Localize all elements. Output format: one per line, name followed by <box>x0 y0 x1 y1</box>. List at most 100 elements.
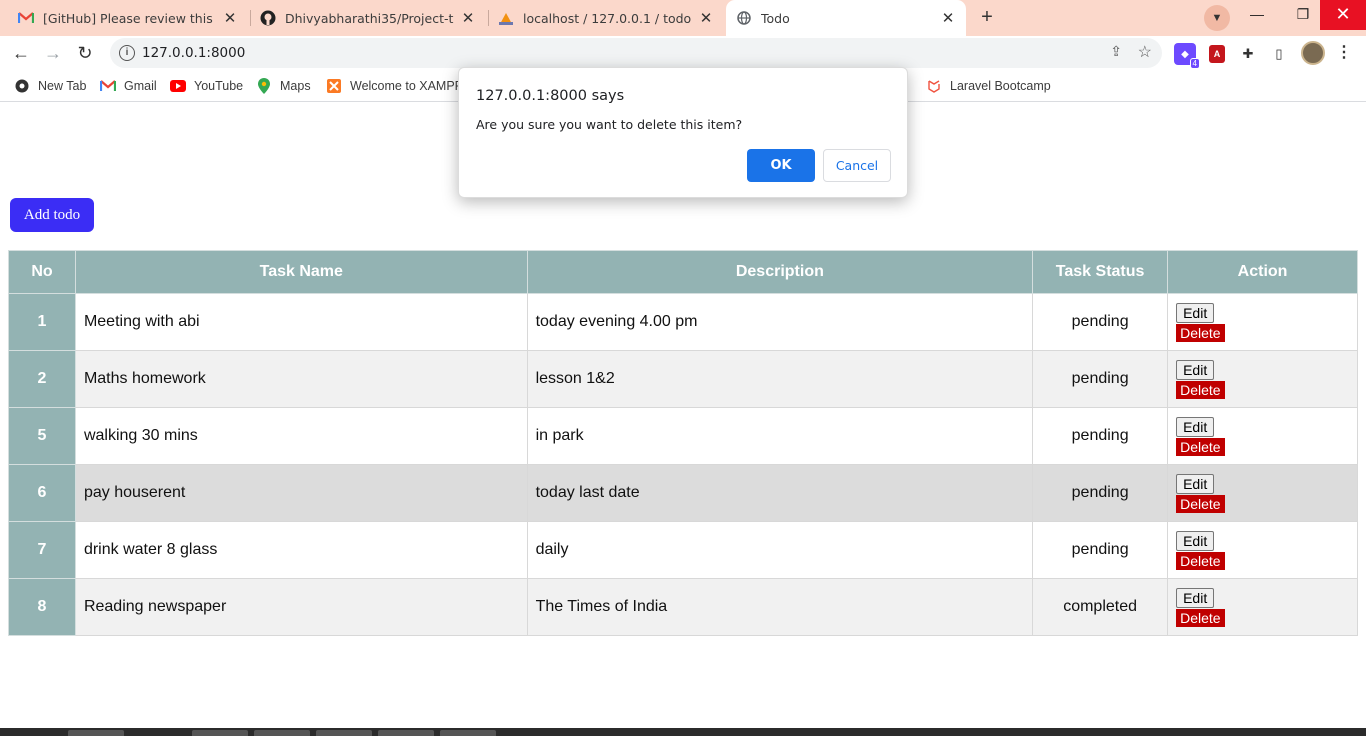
column-header-description: Description <box>526 250 1034 294</box>
task-number: 6 <box>8 464 76 522</box>
task-number: 7 <box>8 521 76 579</box>
delete-button[interactable]: Delete <box>1176 494 1225 513</box>
task-description: lesson 1&2 <box>526 350 1034 408</box>
side-panel-icon[interactable]: ▯ <box>1268 43 1290 65</box>
confirm-dialog: 127.0.0.1:8000 says Are you sure you wan… <box>458 67 908 198</box>
gmail-icon <box>100 78 116 94</box>
edit-button[interactable]: Edit <box>1176 530 1215 551</box>
task-actions: Edit Delete <box>1167 464 1358 522</box>
task-actions: Edit Delete <box>1167 350 1358 408</box>
bookmark-label: Maps <box>280 79 311 93</box>
tab-todo[interactable]: Todo ✕ <box>726 0 966 36</box>
tab-search-chevron-icon[interactable]: ▼ <box>1204 5 1230 31</box>
taskbar-item[interactable] <box>68 730 124 736</box>
delete-button[interactable]: Delete <box>1176 380 1225 399</box>
task-name: Reading newspaper <box>74 578 528 636</box>
tab-github-repo[interactable]: Dhivyabharathi35/Project-todo ✕ <box>250 2 486 34</box>
table-row: 6 pay houserent today last date pending … <box>8 464 1358 522</box>
close-tab-icon[interactable]: ✕ <box>222 9 238 27</box>
github-icon <box>260 10 276 26</box>
window-close-icon[interactable]: ✕ <box>1320 0 1366 30</box>
reload-icon[interactable]: ↻ <box>72 40 98 66</box>
browser-toolbar: ← → ↻ i 127.0.0.1:8000 ⇪ ☆ ◆ 4 A ✚ ▯ <box>0 36 1366 70</box>
edit-button[interactable]: Edit <box>1176 587 1215 608</box>
chrome-icon <box>14 78 30 94</box>
bookmark-label: Welcome to XAMPP <box>350 79 464 93</box>
edit-button[interactable]: Edit <box>1176 302 1215 323</box>
site-info-icon[interactable]: i <box>119 45 135 61</box>
close-tab-icon[interactable]: ✕ <box>698 9 714 27</box>
taskbar-item[interactable] <box>192 730 248 736</box>
tab-title: localhost / 127.0.0.1 / todo / todo <box>523 10 692 26</box>
proton-extension-icon[interactable]: ◆ 4 <box>1174 43 1200 69</box>
address-bar[interactable]: i 127.0.0.1:8000 ⇪ ☆ <box>110 38 1162 68</box>
column-header-action: Action <box>1167 250 1358 294</box>
table-row: 7 drink water 8 glass daily pending Edit… <box>8 521 1358 579</box>
bookmark-xampp[interactable]: Welcome to XAMPP <box>326 76 463 96</box>
column-header-no: No <box>8 250 76 294</box>
task-actions: Edit Delete <box>1167 407 1358 465</box>
task-actions: Edit Delete <box>1167 293 1358 351</box>
taskbar-item[interactable] <box>440 730 496 736</box>
dialog-message: Are you sure you want to delete this ite… <box>476 117 743 132</box>
extension-badge: 4 <box>1189 58 1200 69</box>
youtube-icon <box>170 78 186 94</box>
os-taskbar <box>0 728 1366 736</box>
new-tab-plus-icon[interactable]: + <box>974 6 1000 30</box>
back-arrow-icon[interactable]: ← <box>8 40 34 66</box>
bookmark-laravel[interactable]: Laravel Bootcamp <box>926 76 1051 96</box>
taskbar-item[interactable] <box>378 730 434 736</box>
bookmark-star-icon[interactable]: ☆ <box>1138 42 1152 62</box>
task-number: 8 <box>8 578 76 636</box>
bookmark-label: YouTube <box>194 79 244 93</box>
pdf-extension-icon[interactable]: A <box>1206 43 1228 65</box>
puzzle-extensions-icon[interactable]: ✚ <box>1237 43 1259 65</box>
delete-button[interactable]: Delete <box>1176 323 1225 342</box>
add-todo-button[interactable]: Add todo <box>10 198 94 232</box>
task-status: pending <box>1032 521 1169 579</box>
task-name: Maths homework <box>74 350 528 408</box>
todo-table: No Task Name Description Task Status Act… <box>8 250 1358 636</box>
task-status: pending <box>1032 464 1169 522</box>
tab-title: [GitHub] Please review this sign in <box>43 10 216 26</box>
bookmark-new-tab[interactable]: New Tab <box>14 76 86 96</box>
table-row: 1 Meeting with abi today evening 4.00 pm… <box>8 293 1358 351</box>
forward-arrow-icon[interactable]: → <box>40 40 66 66</box>
close-tab-icon[interactable]: ✕ <box>940 9 956 27</box>
bookmark-label: New Tab <box>38 79 87 93</box>
task-number: 5 <box>8 407 76 465</box>
edit-button[interactable]: Edit <box>1176 416 1215 437</box>
delete-button[interactable]: Delete <box>1176 608 1225 627</box>
tab-github-email[interactable]: [GitHub] Please review this sign in ✕ <box>8 2 248 34</box>
task-actions: Edit Delete <box>1167 521 1358 579</box>
taskbar-item[interactable] <box>316 730 372 736</box>
delete-button[interactable]: Delete <box>1176 437 1225 456</box>
minimize-icon[interactable]: — <box>1234 0 1280 30</box>
dialog-cancel-button[interactable]: Cancel <box>823 149 891 182</box>
tab-phpmyadmin[interactable]: localhost / 127.0.0.1 / todo / todo ✕ <box>488 2 724 34</box>
task-status: pending <box>1032 293 1169 351</box>
task-number: 2 <box>8 350 76 408</box>
taskbar-item[interactable] <box>254 730 310 736</box>
task-status: pending <box>1032 407 1169 465</box>
table-row: 2 Maths homework lesson 1&2 pending Edit… <box>8 350 1358 408</box>
bookmark-label: Laravel Bootcamp <box>950 79 1051 93</box>
menu-kebab-icon[interactable]: ⋮ <box>1336 41 1352 65</box>
share-icon[interactable]: ⇪ <box>1110 43 1122 60</box>
task-name: pay houserent <box>74 464 528 522</box>
bookmark-youtube[interactable]: YouTube <box>170 76 243 96</box>
profile-avatar[interactable] <box>1301 41 1325 65</box>
task-name: walking 30 mins <box>74 407 528 465</box>
bookmark-label: Gmail <box>124 79 157 93</box>
bookmark-gmail[interactable]: Gmail <box>100 76 157 96</box>
phpmyadmin-icon <box>498 10 514 26</box>
dialog-ok-button[interactable]: OK <box>747 149 815 182</box>
url-text: 127.0.0.1:8000 <box>142 45 246 61</box>
task-description: in park <box>526 407 1034 465</box>
close-tab-icon[interactable]: ✕ <box>460 9 476 27</box>
edit-button[interactable]: Edit <box>1176 473 1215 494</box>
edit-button[interactable]: Edit <box>1176 359 1215 380</box>
delete-button[interactable]: Delete <box>1176 551 1225 570</box>
task-description: The Times of India <box>526 578 1034 636</box>
bookmark-maps[interactable]: Maps <box>256 76 311 96</box>
